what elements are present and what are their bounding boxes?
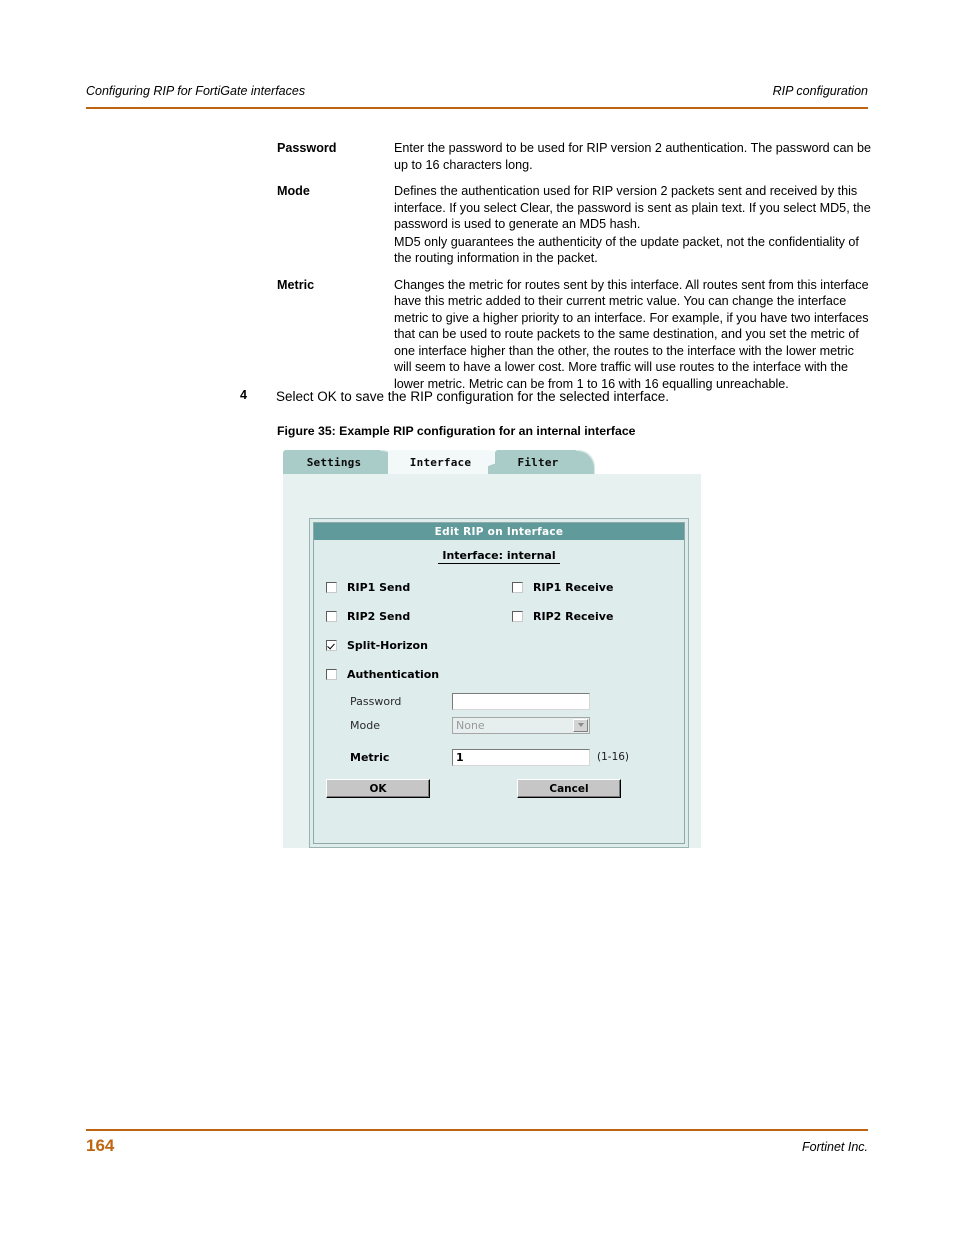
page-number: 164 bbox=[86, 1136, 115, 1155]
checkbox-row: RIP2 Send RIP2 Receive bbox=[326, 602, 680, 631]
interface-heading: Interface: internal bbox=[314, 549, 684, 564]
checkbox-row: Authentication bbox=[326, 660, 680, 689]
checkbox-label: Split-Horizon bbox=[347, 639, 428, 652]
definition-row-mode: Mode Defines the authentication used for… bbox=[277, 183, 872, 267]
checkbox-label: RIP1 Send bbox=[347, 581, 411, 594]
password-input[interactable] bbox=[452, 692, 590, 710]
definition-term: Password bbox=[277, 141, 337, 155]
figure-screenshot: Settings Interface Filter Edit RIP on In… bbox=[283, 450, 701, 848]
metric-range-hint: (1-16) bbox=[597, 751, 630, 763]
header-divider-rule bbox=[86, 107, 868, 109]
tab-content-panel: Edit RIP on Interface Interface: interna… bbox=[283, 474, 701, 848]
interface-heading-text: Interface: internal bbox=[438, 549, 560, 564]
checkbox-row: RIP1 Send RIP1 Receive bbox=[326, 573, 680, 602]
definition-paragraph: Defines the authentication used for RIP … bbox=[394, 184, 871, 231]
step-number: 4 bbox=[240, 388, 248, 402]
metric-label: Metric bbox=[350, 750, 390, 764]
definition-paragraph: Enter the password to be used for RIP ve… bbox=[394, 141, 871, 172]
definition-term: Mode bbox=[277, 184, 310, 198]
field-spacer bbox=[350, 737, 680, 745]
definition-description: Defines the authentication used for RIP … bbox=[394, 183, 872, 267]
definition-list: Password Enter the password to be used f… bbox=[277, 140, 872, 402]
field-row-metric: Metric 1 (1-16) bbox=[350, 745, 680, 769]
mode-selected-value: None bbox=[456, 718, 485, 732]
field-row-mode: Mode None bbox=[350, 713, 680, 737]
definition-term: Metric bbox=[277, 277, 315, 292]
definition-row-metric: Metric Changes the metric for routes sen… bbox=[277, 277, 872, 393]
checkbox-rip1-send[interactable]: RIP1 Send bbox=[326, 581, 512, 594]
checkbox-rip2-send[interactable]: RIP2 Send bbox=[326, 610, 512, 623]
checkbox-icon[interactable] bbox=[326, 611, 337, 622]
page-footer: 164 Fortinet Inc. bbox=[86, 1136, 868, 1156]
checkbox-icon[interactable] bbox=[326, 669, 337, 680]
checkbox-split-horizon[interactable]: Split-Horizon bbox=[326, 639, 512, 652]
checkbox-icon[interactable] bbox=[512, 611, 523, 622]
figure-caption: Figure 35: Example RIP configuration for… bbox=[277, 424, 636, 438]
tab-strip: Settings Interface Filter bbox=[283, 450, 701, 474]
header-left-title: Configuring RIP for FortiGate interfaces bbox=[86, 84, 306, 98]
footer-divider-rule bbox=[86, 1129, 868, 1131]
checkbox-icon[interactable] bbox=[326, 582, 337, 593]
definition-row-password: Password Enter the password to be used f… bbox=[277, 140, 872, 173]
checkbox-label: RIP2 Receive bbox=[533, 610, 614, 623]
tab-slant-edge bbox=[576, 450, 595, 474]
definition-description: Enter the password to be used for RIP ve… bbox=[394, 140, 872, 173]
mode-label: Mode bbox=[350, 718, 380, 732]
ok-button[interactable]: OK bbox=[326, 779, 430, 798]
checkbox-icon[interactable] bbox=[512, 582, 523, 593]
form-fields: Password Mode None Metric 1 (1-16) bbox=[350, 689, 680, 769]
checkbox-label: Authentication bbox=[347, 668, 440, 681]
tab-settings[interactable]: Settings bbox=[283, 450, 399, 474]
tab-label: Interface bbox=[409, 455, 472, 469]
checkbox-rip1-receive[interactable]: RIP1 Receive bbox=[512, 581, 613, 594]
dialog-inner-border: Edit RIP on Interface Interface: interna… bbox=[313, 522, 685, 844]
definition-description: Changes the metric for routes sent by th… bbox=[394, 277, 872, 393]
checkbox-label: RIP1 Receive bbox=[533, 581, 614, 594]
checkbox-grid: RIP1 Send RIP1 Receive RIP2 Send RIP2 Re… bbox=[326, 573, 680, 689]
tab-interface[interactable]: Interface bbox=[388, 450, 507, 474]
tab-label: Settings bbox=[306, 455, 362, 469]
checkbox-label: RIP2 Send bbox=[347, 610, 411, 623]
edit-rip-dialog: Edit RIP on Interface Interface: interna… bbox=[309, 518, 689, 848]
checkbox-authentication[interactable]: Authentication bbox=[326, 668, 512, 681]
definition-paragraph: Changes the metric for routes sent by th… bbox=[394, 277, 869, 391]
mode-select[interactable]: None bbox=[452, 716, 590, 734]
field-row-password: Password bbox=[350, 689, 680, 713]
company-name: Fortinet Inc. bbox=[802, 1140, 868, 1154]
metric-input[interactable]: 1 bbox=[452, 748, 590, 766]
checkbox-rip2-receive[interactable]: RIP2 Receive bbox=[512, 610, 613, 623]
definition-paragraph: MD5 only guarantees the authenticity of … bbox=[394, 234, 859, 266]
tab-filter[interactable]: Filter bbox=[495, 450, 595, 474]
chevron-down-icon[interactable] bbox=[573, 718, 588, 732]
step-text: Select OK to save the RIP configuration … bbox=[276, 389, 669, 404]
checkbox-icon-checked[interactable] bbox=[326, 640, 337, 651]
checkbox-row: Split-Horizon bbox=[326, 631, 680, 660]
tab-label: Filter bbox=[517, 455, 559, 469]
running-header: Configuring RIP for FortiGate interfaces… bbox=[86, 84, 868, 98]
cancel-button[interactable]: Cancel bbox=[517, 779, 621, 798]
password-label: Password bbox=[350, 694, 402, 708]
header-right-title: RIP configuration bbox=[772, 84, 868, 98]
dialog-title: Edit RIP on Interface bbox=[314, 523, 684, 540]
numbered-step: 4 Select OK to save the RIP configuratio… bbox=[240, 388, 870, 405]
